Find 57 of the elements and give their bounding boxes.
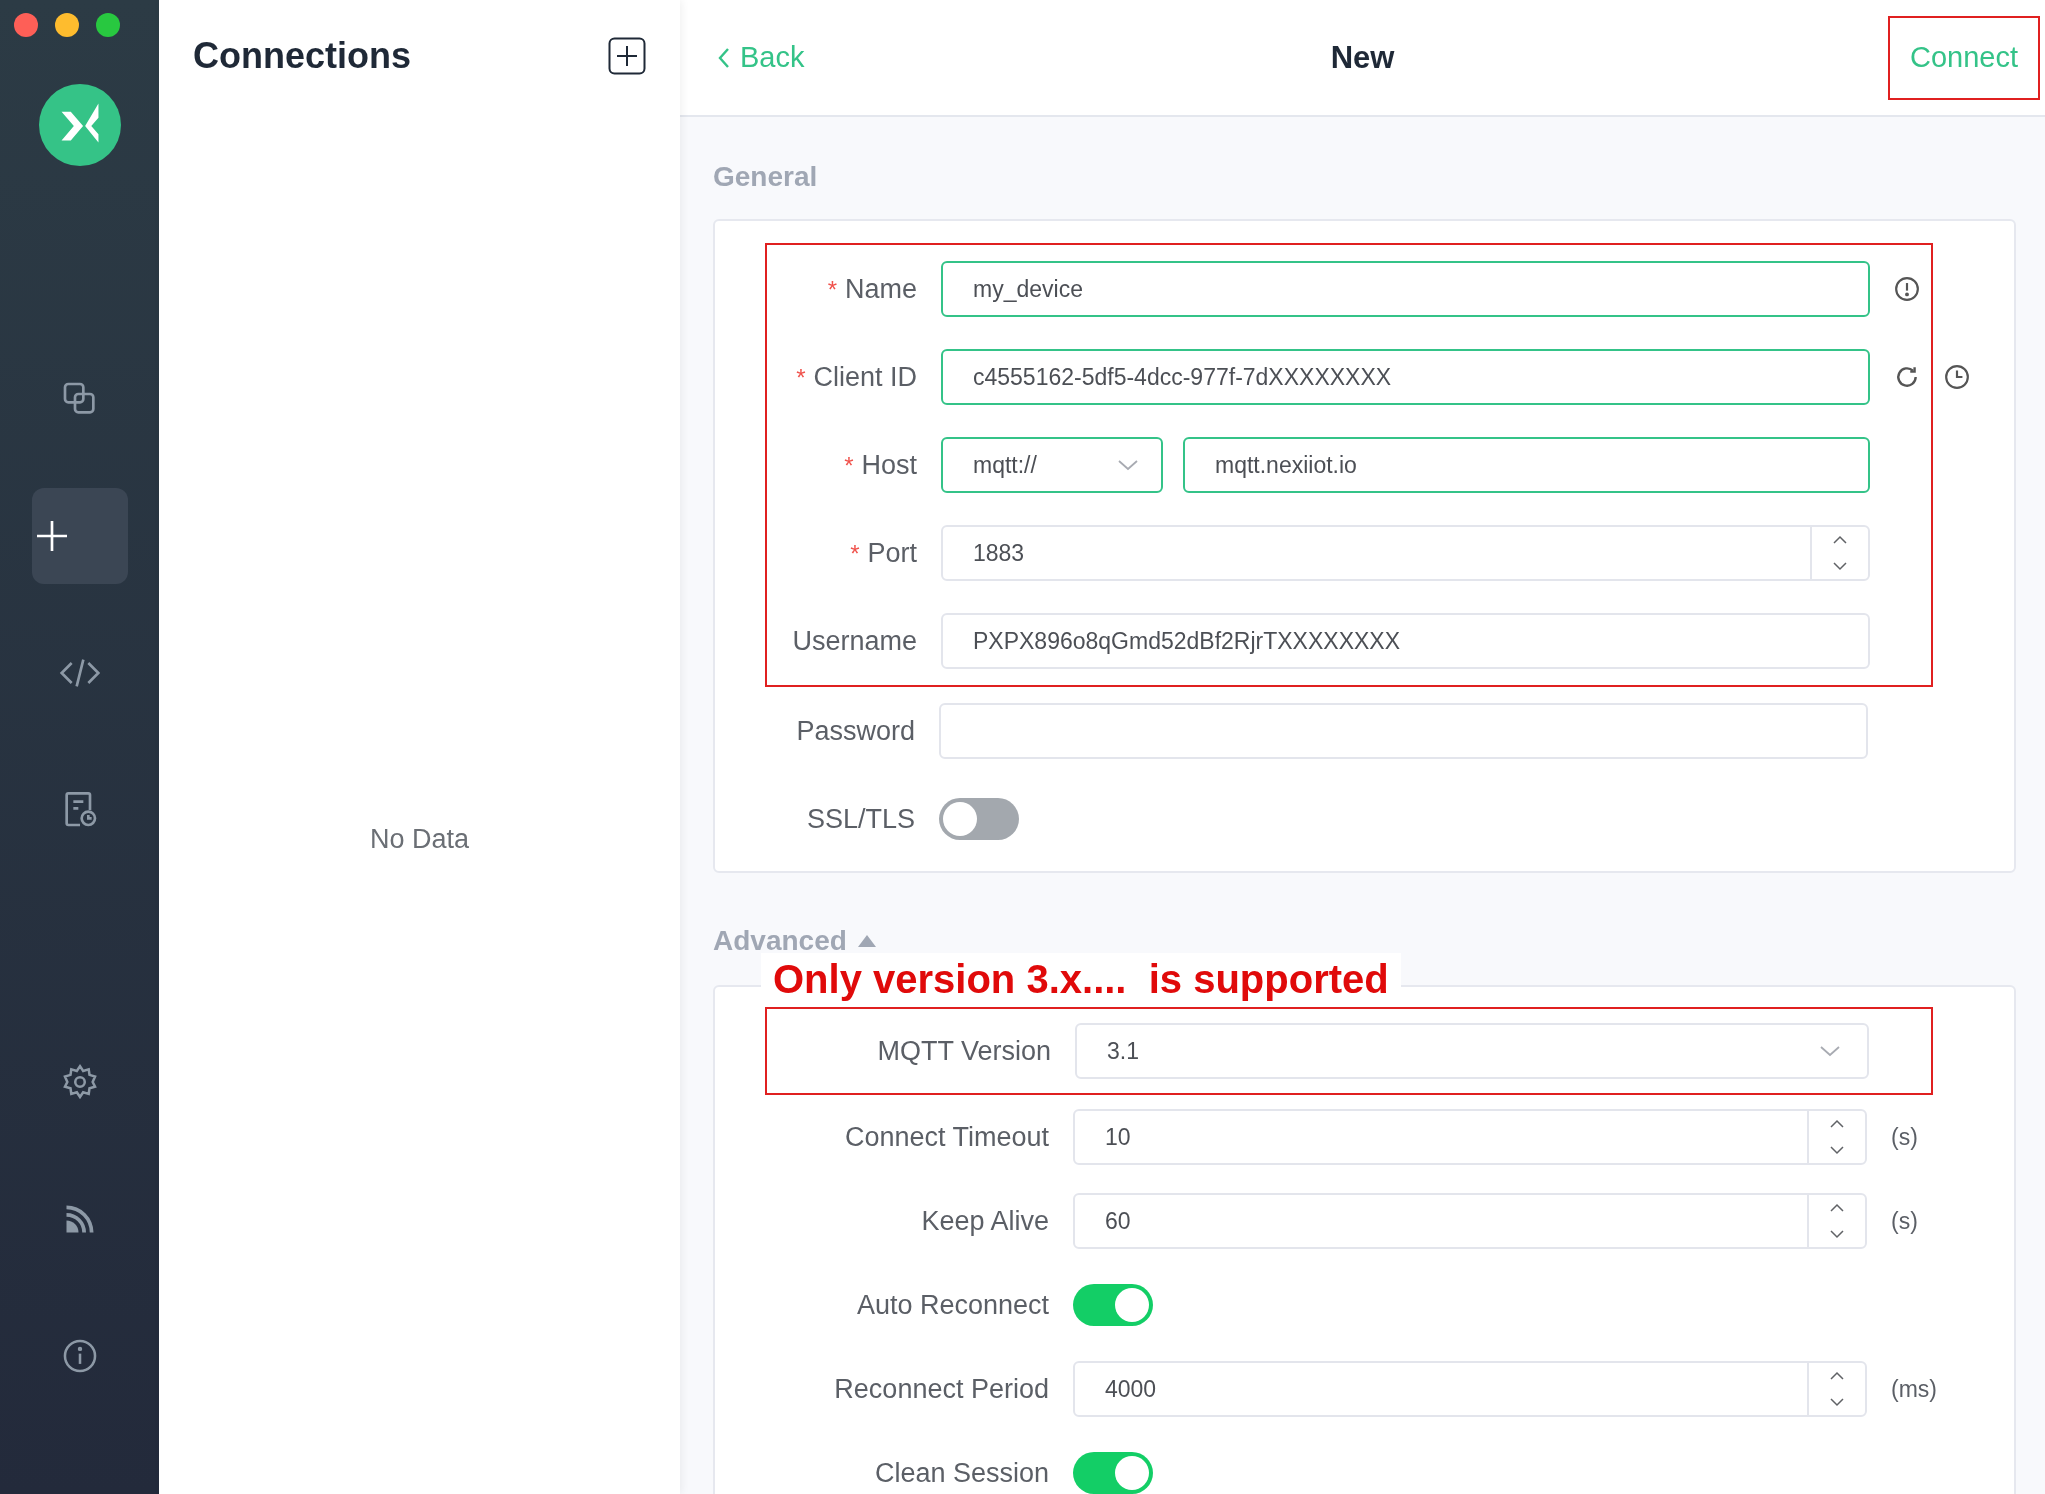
chevron-down-icon[interactable] (1829, 1397, 1845, 1407)
number-field[interactable]: 4000 (1073, 1361, 1867, 1417)
panel-title: Connections (193, 35, 411, 77)
alert-icon[interactable] (1894, 276, 1920, 302)
field-label: Username (791, 625, 917, 657)
settings-icon (60, 1063, 99, 1101)
host-field[interactable]: mqtt.nexiiot.io (1183, 437, 1870, 493)
input-field[interactable]: PXPX896o8qGmd52dBf2RjrTXXXXXXXX (941, 613, 1870, 669)
zoom-button[interactable] (96, 13, 120, 37)
number-field[interactable]: 1883 (941, 525, 1870, 581)
chevron-down-icon (1117, 459, 1139, 471)
empty-message: No Data (368, 824, 471, 855)
chevron-down-icon (1819, 1045, 1841, 1057)
close-button[interactable] (14, 13, 38, 37)
input-field[interactable] (939, 703, 1868, 759)
field-label: Keep Alive (920, 1205, 1049, 1237)
field-label: * Port (849, 537, 917, 569)
refresh-icon[interactable] (1894, 364, 1920, 390)
version-select[interactable]: 3.1 (1075, 1023, 1869, 1079)
protocol-select[interactable]: mqtt:// (941, 437, 1163, 493)
toggle-switch[interactable] (1073, 1284, 1153, 1326)
field-label: SSL/TLS (805, 803, 915, 835)
unit-label: (ms) (1891, 1375, 1937, 1403)
field-label: * Host (843, 449, 917, 481)
nav-item[interactable] (31, 488, 128, 584)
chevron-up-icon[interactable] (1829, 1371, 1845, 1381)
field-label: Connect Timeout (843, 1121, 1049, 1153)
chevron-up-icon[interactable] (1832, 535, 1848, 545)
field-value: 1883 (973, 539, 1025, 567)
field-value: 10 (1105, 1123, 1131, 1151)
number-field[interactable]: 10 (1073, 1109, 1867, 1165)
field-label: Reconnect Period (833, 1373, 1049, 1405)
add-icon[interactable] (608, 37, 646, 75)
section-title: General (713, 161, 819, 193)
field-label: * Name (826, 273, 917, 305)
clock-icon[interactable] (1944, 364, 1970, 390)
chevron-down-icon[interactable] (1829, 1229, 1845, 1239)
field-label: Password (795, 715, 915, 747)
chevron-up-icon[interactable] (1829, 1119, 1845, 1129)
input-field[interactable]: my_device (941, 261, 1870, 317)
unit-label: (s) (1891, 1123, 1918, 1151)
chevron-down-icon[interactable] (1832, 561, 1848, 571)
field-label: * Client ID (795, 361, 917, 393)
field-label: MQTT Version (876, 1035, 1051, 1067)
toggle-switch[interactable] (1073, 1452, 1153, 1494)
page-title: New (1330, 39, 1395, 76)
chevron-up-icon[interactable] (1829, 1203, 1845, 1213)
field-label: Auto Reconnect (855, 1289, 1049, 1321)
field-value: 60 (1105, 1207, 1131, 1235)
toggle-switch[interactable] (939, 798, 1019, 840)
minimize-button[interactable] (55, 13, 79, 37)
input-field[interactable]: c4555162-5df5-4dcc-977f-7dXXXXXXXX (941, 349, 1870, 405)
chevron-down-icon[interactable] (1829, 1145, 1845, 1155)
field-label: Clean Session (873, 1457, 1049, 1489)
number-field[interactable]: 60 (1073, 1193, 1867, 1249)
field-value: 4000 (1105, 1375, 1157, 1403)
unit-label: (s) (1891, 1207, 1918, 1235)
